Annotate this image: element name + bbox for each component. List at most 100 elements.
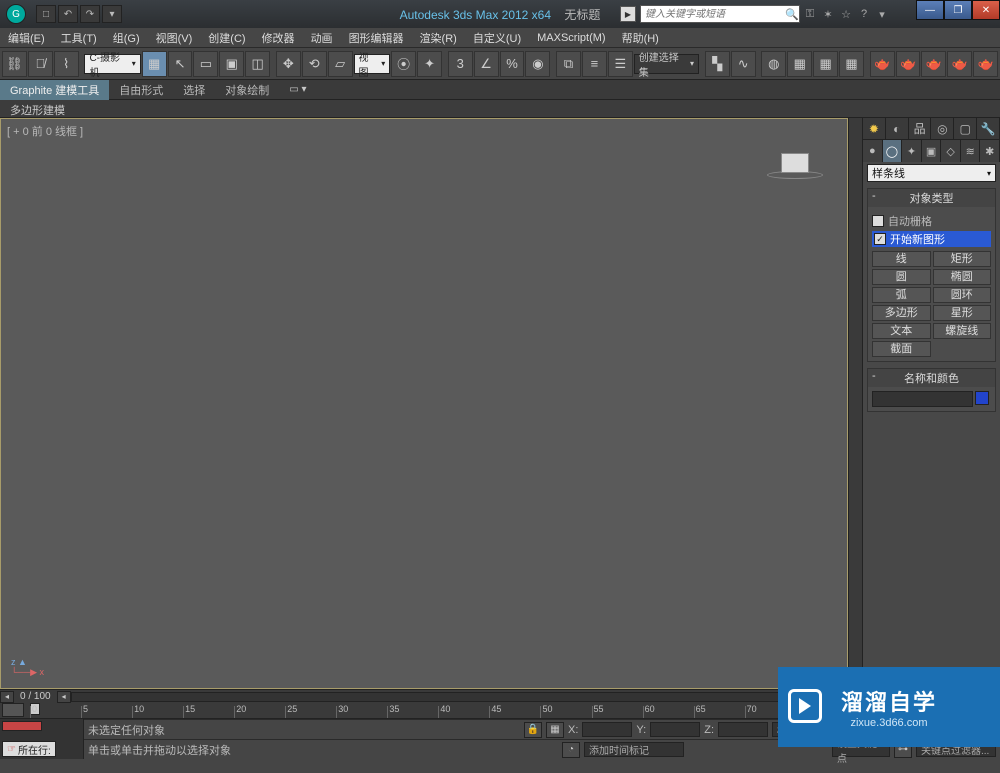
tab-hierarchy-icon[interactable]: 品 (909, 118, 932, 139)
link-icon[interactable]: ⛓ (2, 51, 27, 77)
tab-create-icon[interactable]: ✹ (863, 118, 886, 139)
ribbon-panel-label[interactable]: 多边形建模 (0, 100, 1000, 118)
transform-typein-icon[interactable]: ▦ (546, 722, 564, 738)
viewcube[interactable] (767, 147, 823, 181)
subtab-shapes-icon[interactable]: ◯ (883, 140, 903, 162)
layer-icon[interactable]: ☰ (608, 51, 633, 77)
subtab-cameras-icon[interactable]: ▣ (922, 140, 942, 162)
search-go-icon[interactable]: ▶ (620, 6, 636, 22)
create-helix-button[interactable]: 螺旋线 (933, 323, 992, 339)
subtab-lights-icon[interactable]: ✦ (902, 140, 922, 162)
align-icon[interactable]: ≡ (582, 51, 607, 77)
menu-animation[interactable]: 动画 (303, 30, 341, 46)
create-ellipse-button[interactable]: 椭圆 (933, 269, 992, 285)
create-circle-button[interactable]: 圆 (872, 269, 931, 285)
curve-editor-icon[interactable]: ∿ (731, 51, 756, 77)
redo-icon[interactable]: ↷ (80, 5, 100, 23)
qat-dropdown-icon[interactable]: ▾ (102, 5, 122, 23)
render-last-icon[interactable]: 🫖 (973, 51, 998, 77)
menu-group[interactable]: 组(G) (105, 30, 148, 46)
create-category-combo[interactable]: 样条线 (867, 164, 996, 182)
material-editor-icon[interactable]: ◍ (761, 51, 786, 77)
infocenter-dropdown-icon[interactable]: ▾ (874, 6, 890, 22)
time-tag-icon[interactable]: ◔ (562, 742, 580, 758)
maximize-button[interactable]: ❐ (944, 0, 972, 20)
menu-tools[interactable]: 工具(T) (53, 30, 105, 46)
lock-selection-icon[interactable]: 🔒 (524, 722, 542, 738)
selection-set-combo[interactable]: 创建选择集 (634, 54, 699, 74)
ribbon-collapse-icon[interactable]: ▭ ▾ (289, 84, 306, 95)
viewport-label[interactable]: [ + 0 前 0 线框 ] (7, 123, 83, 139)
render-preset-icon[interactable]: 🫖 (947, 51, 972, 77)
create-donut-button[interactable]: 圆环 (933, 287, 992, 303)
subtab-systems-icon[interactable]: ✱ (980, 140, 1000, 162)
menu-views[interactable]: 视图(V) (148, 30, 201, 46)
app-icon[interactable]: G (6, 4, 26, 24)
ribbon-tab-freeform[interactable]: 自由形式 (109, 80, 173, 100)
search-icon[interactable]: 🔍 (784, 6, 800, 22)
render-prod-icon[interactable]: ▦ (839, 51, 864, 77)
object-name-input[interactable] (872, 391, 973, 407)
viewport-scrollbar[interactable] (848, 118, 862, 689)
subtab-geometry-icon[interactable]: ● (863, 140, 883, 162)
tab-modify-icon[interactable]: ◐ (886, 118, 909, 139)
subtab-helpers-icon[interactable]: ◇ (941, 140, 961, 162)
exchange-icon[interactable]: ✶ (820, 6, 836, 22)
move-icon[interactable]: ✥ (276, 51, 301, 77)
ribbon-tab-selection[interactable]: 选择 (173, 80, 215, 100)
close-button[interactable]: ✕ (972, 0, 1000, 20)
add-time-tag[interactable]: 添加时间标记 (584, 742, 684, 757)
percent-snap-icon[interactable]: % (500, 51, 525, 77)
new-icon[interactable]: □ (36, 5, 56, 23)
menu-grapheditors[interactable]: 图形编辑器 (341, 30, 412, 46)
snap-toggle-icon[interactable]: 3 (448, 51, 473, 77)
render-iter-icon[interactable]: 🫖 (896, 51, 921, 77)
viewport[interactable]: [ + 0 前 0 线框 ] z ▲└──▶ x (0, 118, 848, 689)
menu-edit[interactable]: 编辑(E) (0, 30, 53, 46)
menu-help[interactable]: 帮助(H) (614, 30, 667, 46)
menu-render[interactable]: 渲染(R) (412, 30, 465, 46)
key-icon[interactable]: ⚿ (802, 6, 818, 22)
render-frame-icon[interactable]: ▦ (813, 51, 838, 77)
select-region-icon[interactable]: ▣ (219, 51, 244, 77)
camera-combo[interactable]: C-摄影机 (84, 54, 140, 74)
menu-create[interactable]: 创建(C) (200, 30, 253, 46)
menu-customize[interactable]: 自定义(U) (465, 30, 529, 46)
help-icon[interactable]: ? (856, 6, 872, 22)
schematic-icon[interactable]: ▚ (705, 51, 730, 77)
select-name-icon[interactable]: ▭ (193, 51, 218, 77)
pivot-icon[interactable]: ⦿ (391, 51, 416, 77)
undo-icon[interactable]: ↶ (58, 5, 78, 23)
tab-motion-icon[interactable]: ◎ (931, 118, 954, 139)
ribbon-tab-objpaint[interactable]: 对象绘制 (215, 80, 279, 100)
spinner-snap-icon[interactable]: ◉ (525, 51, 550, 77)
refcoord-combo[interactable]: 视图 (354, 54, 391, 74)
create-line-button[interactable]: 线 (872, 251, 931, 267)
mirror-icon[interactable]: ⧉ (556, 51, 581, 77)
unlink-icon[interactable]: ⛓̸ (28, 51, 53, 77)
quick-render-icon[interactable]: 🫖 (870, 51, 895, 77)
tab-utilities-icon[interactable]: 🔧 (977, 118, 1000, 139)
render-active-icon[interactable]: 🫖 (921, 51, 946, 77)
tab-display-icon[interactable]: ▢ (954, 118, 977, 139)
help-search-input[interactable] (640, 5, 800, 23)
autogrid-checkbox[interactable]: 自动栅格 (872, 213, 991, 229)
create-ngon-button[interactable]: 多边形 (872, 305, 931, 321)
create-star-button[interactable]: 星形 (933, 305, 992, 321)
render-setup-icon[interactable]: ▦ (787, 51, 812, 77)
window-crossing-icon[interactable]: ◫ (245, 51, 270, 77)
manipulate-icon[interactable]: ✦ (417, 51, 442, 77)
create-section-button[interactable]: 截面 (872, 341, 931, 357)
x-field[interactable] (582, 722, 632, 737)
trackbar-key-icon[interactable] (2, 703, 24, 717)
minimize-button[interactable]: — (916, 0, 944, 20)
bind-spacewarp-icon[interactable]: ⌇ (54, 51, 79, 77)
scale-icon[interactable]: ▱ (328, 51, 353, 77)
angle-snap-icon[interactable]: ∠ (474, 51, 499, 77)
z-field[interactable] (718, 722, 768, 737)
timeline-left-icon[interactable]: ◂ (0, 691, 14, 703)
create-rectangle-button[interactable]: 矩形 (933, 251, 992, 267)
timeline-thumb-left[interactable]: ◂ (57, 691, 71, 703)
rotate-icon[interactable]: ⟲ (302, 51, 327, 77)
object-color-swatch[interactable] (975, 391, 989, 405)
